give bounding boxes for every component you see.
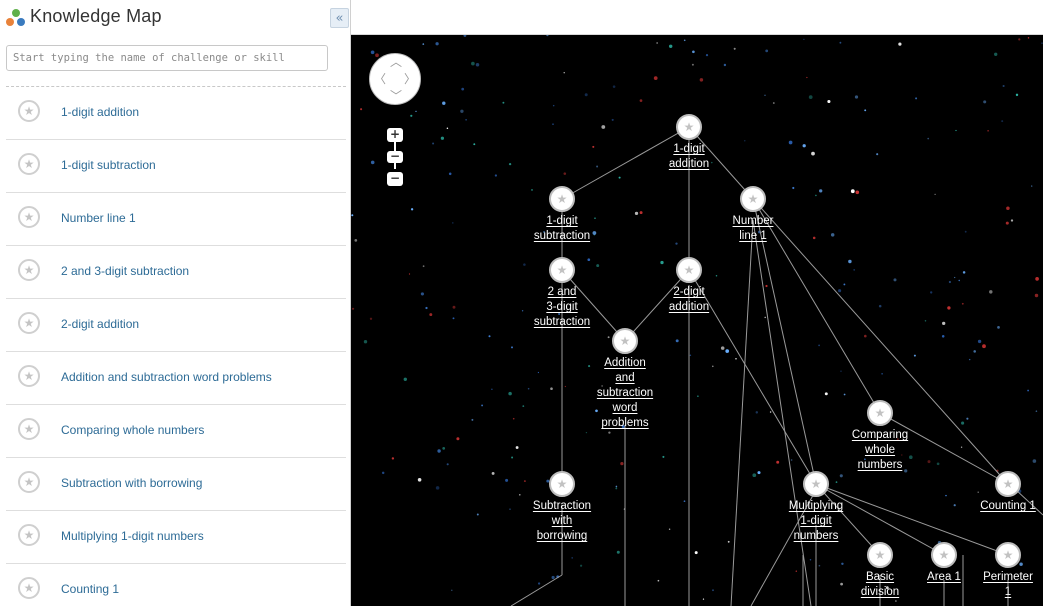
map-node-star-icon[interactable]: ★ xyxy=(803,471,829,497)
skill-list: ★ 1-digit addition ★ 1-digit subtraction… xyxy=(6,87,346,606)
list-item[interactable]: ★ 2-digit addition xyxy=(6,299,346,352)
map-node-label[interactable]: 2-digit addition xyxy=(634,285,744,315)
map-edge xyxy=(730,219,754,606)
sidebar: Knowledge Map « ★ 1-digit addition ★ 1-d… xyxy=(0,0,351,606)
map-node-star-icon[interactable]: ★ xyxy=(995,542,1021,568)
map-node-star-icon[interactable]: ★ xyxy=(549,257,575,283)
search-input[interactable] xyxy=(6,45,328,71)
sidebar-header: Knowledge Map « xyxy=(0,0,350,36)
zoom-slider-handle[interactable]: − xyxy=(387,150,403,163)
star-icon[interactable]: ★ xyxy=(18,100,40,122)
star-icon[interactable]: ★ xyxy=(18,312,40,334)
map-node-star-icon[interactable]: ★ xyxy=(740,186,766,212)
list-item-label[interactable]: Multiplying 1-digit numbers xyxy=(61,529,204,543)
list-item[interactable]: ★ 2 and 3-digit subtraction xyxy=(6,246,346,299)
map-node-label[interactable]: 1-digit subtraction xyxy=(507,214,617,244)
list-item[interactable]: ★ 1-digit addition xyxy=(6,87,346,140)
map-node-star-icon[interactable]: ★ xyxy=(867,400,893,426)
page-title: Knowledge Map xyxy=(30,6,162,26)
map-node-star-icon[interactable]: ★ xyxy=(612,328,638,354)
zoom-out-button[interactable]: − xyxy=(387,172,403,186)
map-node-star-icon[interactable]: ★ xyxy=(549,471,575,497)
pan-down-arrow-icon[interactable]: ﹀ xyxy=(390,90,402,102)
map-node-label[interactable]: Number line 1 xyxy=(698,214,808,244)
list-item-label[interactable]: 1-digit addition xyxy=(61,105,139,119)
list-item-label[interactable]: Addition and subtraction word problems xyxy=(61,370,272,384)
knowledge-map-canvas[interactable]: ︿ ﹀ 〈 〉 + − − ★ 1-digit addition ★ 1-dig… xyxy=(351,35,1043,606)
star-icon[interactable]: ★ xyxy=(18,577,40,599)
list-item[interactable]: ★ Addition and subtraction word problems xyxy=(6,352,346,405)
list-item-label[interactable]: 1-digit subtraction xyxy=(61,158,156,172)
map-edge xyxy=(510,574,563,606)
list-item[interactable]: ★ Counting 1 xyxy=(6,564,346,606)
map-node-label[interactable]: 1-digit addition xyxy=(634,142,744,172)
star-icon[interactable]: ★ xyxy=(18,471,40,493)
star-icon[interactable]: ★ xyxy=(18,259,40,281)
map-node-label[interactable]: Multiplying 1-digit numbers xyxy=(761,499,871,544)
map-node-label[interactable]: 2 and 3-digit subtraction xyxy=(507,285,617,330)
map-node-label[interactable]: Counting 1 xyxy=(953,499,1043,514)
top-bar xyxy=(351,0,1043,35)
list-item[interactable]: ★ Subtraction with borrowing xyxy=(6,458,346,511)
list-item[interactable]: ★ Comparing whole numbers xyxy=(6,405,346,458)
knowledge-map-logo-icon xyxy=(6,9,26,27)
map-node-label[interactable]: Addition and subtraction word problems xyxy=(570,356,680,431)
pan-control[interactable]: ︿ ﹀ 〈 〉 xyxy=(369,53,421,105)
list-item-label[interactable]: 2-digit addition xyxy=(61,317,139,331)
star-icon[interactable]: ★ xyxy=(18,418,40,440)
map-node-label[interactable]: Perimeter 1 xyxy=(953,570,1043,600)
pan-right-arrow-icon[interactable]: 〉 xyxy=(404,73,416,85)
list-item-label[interactable]: Subtraction with borrowing xyxy=(61,476,202,490)
double-chevron-left-icon: « xyxy=(335,11,344,26)
map-node-label[interactable]: Comparing whole numbers xyxy=(825,428,935,473)
collapse-sidebar-button[interactable]: « xyxy=(330,8,349,28)
list-item[interactable]: ★ Multiplying 1-digit numbers xyxy=(6,511,346,564)
star-icon[interactable]: ★ xyxy=(18,153,40,175)
zoom-in-button[interactable]: + xyxy=(387,128,403,142)
map-node-label[interactable]: Subtraction with borrowing xyxy=(507,499,617,544)
list-item-label[interactable]: Number line 1 xyxy=(61,211,136,225)
star-icon[interactable]: ★ xyxy=(18,206,40,228)
list-item[interactable]: ★ 1-digit subtraction xyxy=(6,140,346,193)
map-node-star-icon[interactable]: ★ xyxy=(676,114,702,140)
list-item[interactable]: ★ Number line 1 xyxy=(6,193,346,246)
star-icon[interactable]: ★ xyxy=(18,524,40,546)
map-node-star-icon[interactable]: ★ xyxy=(549,186,575,212)
pan-up-arrow-icon[interactable]: ︿ xyxy=(390,56,402,68)
map-node-star-icon[interactable]: ★ xyxy=(995,471,1021,497)
list-item-label[interactable]: Comparing whole numbers xyxy=(61,423,204,437)
map-node-star-icon[interactable]: ★ xyxy=(867,542,893,568)
list-item-label[interactable]: Counting 1 xyxy=(61,582,119,596)
map-node-star-icon[interactable]: ★ xyxy=(931,542,957,568)
list-item-label[interactable]: 2 and 3-digit subtraction xyxy=(61,264,189,278)
map-node-star-icon[interactable]: ★ xyxy=(676,257,702,283)
pan-left-arrow-icon[interactable]: 〈 xyxy=(374,73,386,85)
map-edge xyxy=(752,219,812,606)
star-icon[interactable]: ★ xyxy=(18,365,40,387)
